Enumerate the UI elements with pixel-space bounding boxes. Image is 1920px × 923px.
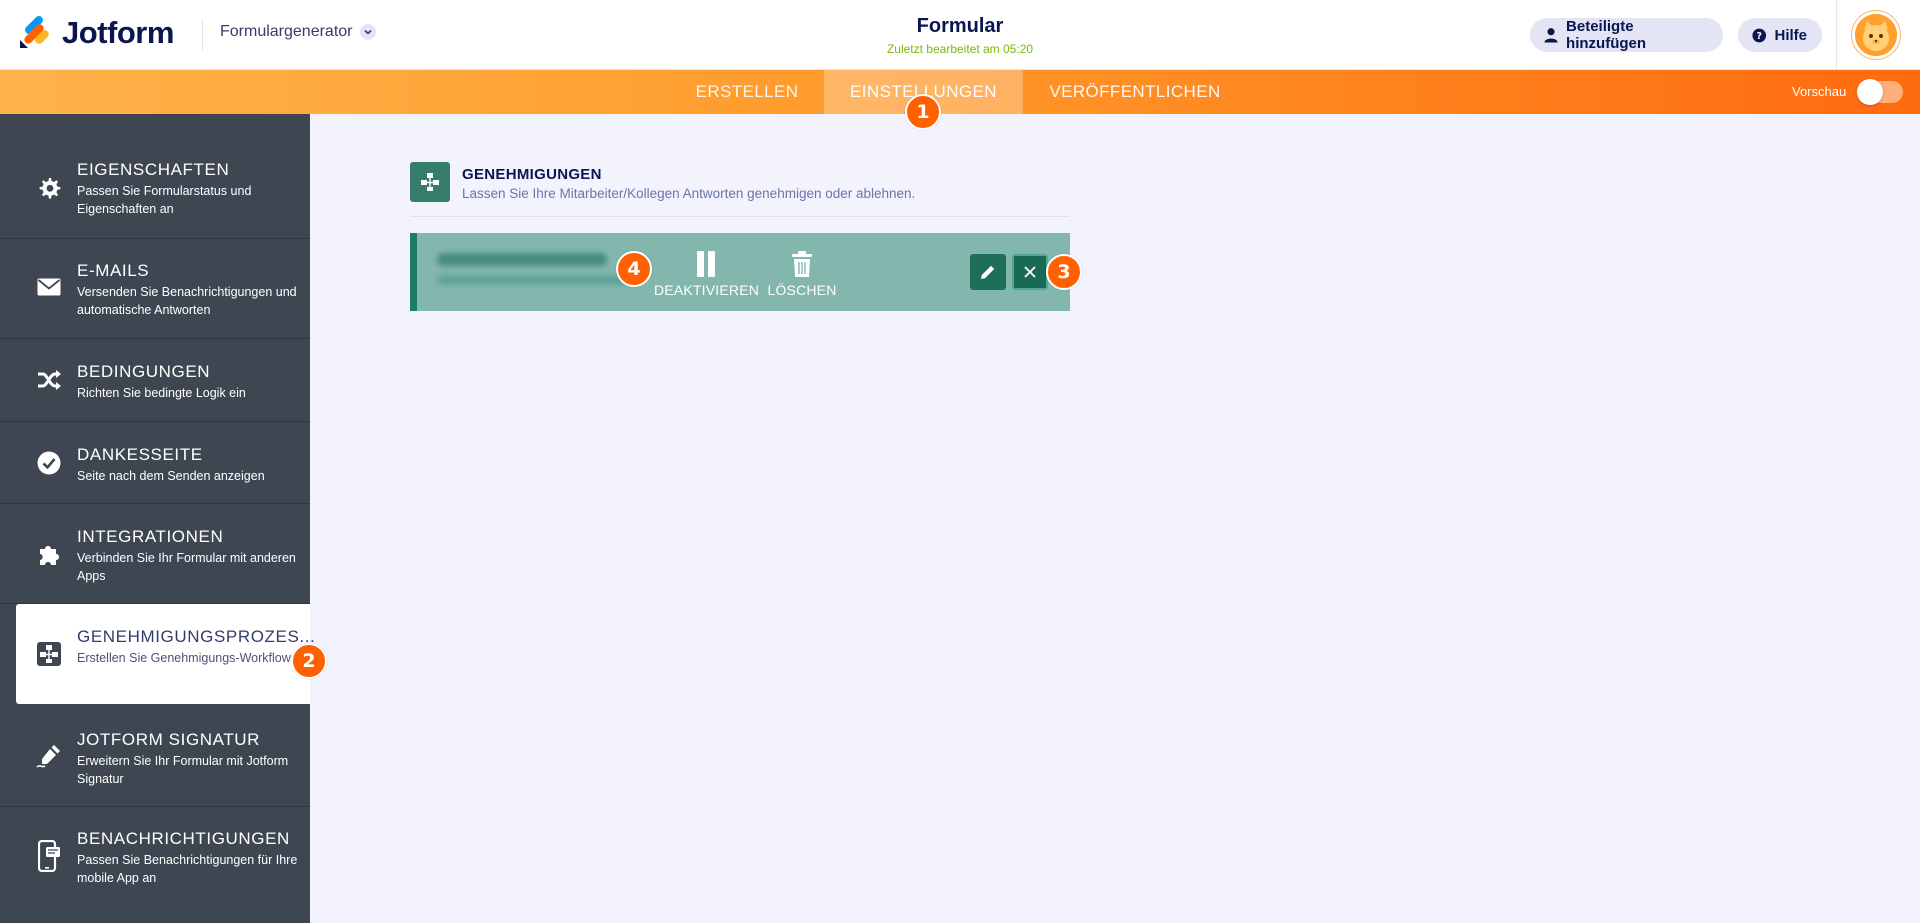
preview-label: Vorschau (1792, 84, 1847, 99)
sidebar-item-thankyou-page[interactable]: DANKESSEITE Seite nach dem Senden anzeig… (0, 422, 310, 504)
add-participants-button[interactable]: Beteiligte hinzufügen (1530, 18, 1723, 52)
step-badge-2: 2 (291, 643, 327, 679)
sidebar-item-desc: Verbinden Sie Ihr Formular mit anderen A… (77, 551, 296, 583)
sidebar-item-desc: Erweitern Sie Ihr Formular mit Jotform S… (77, 754, 289, 786)
approval-flow-card[interactable]: DEAKTIVIEREN LÖSCHEN (410, 233, 1070, 311)
tab-publish[interactable]: VERÖFFENTLICHEN (1036, 70, 1234, 114)
sidebar-item-approval-flows[interactable]: GENEHMIGUNGSPROZES... Erstellen Sie Gene… (16, 604, 315, 704)
step-badge-1: 1 (905, 94, 941, 130)
blurred-flow-name (437, 253, 607, 266)
jotform-logo-icon (18, 16, 52, 50)
builder-navbar: ERSTELLEN EINSTELLUNGEN VERÖFFENTLICHEN … (0, 70, 1920, 114)
help-label: Hilfe (1774, 26, 1807, 44)
help-icon: ? (1752, 28, 1767, 42)
svg-text:?: ? (1757, 30, 1762, 41)
mobile-icon (36, 840, 62, 872)
avatar[interactable] (1852, 11, 1900, 59)
preview-toggle[interactable] (1857, 79, 1903, 105)
blurred-flow-meta (437, 275, 627, 285)
sidebar-item-desc: Passen Sie Benachrichtigungen für Ihre m… (77, 853, 298, 885)
cat-avatar-icon (1855, 14, 1897, 56)
sidebar-item-title: INTEGRATIONEN (77, 527, 224, 546)
sidebar-item-conditions[interactable]: BEDINGUNGEN Richten Sie bedingte Logik e… (0, 339, 310, 422)
sidebar-item-title: EIGENSCHAFTEN (77, 160, 230, 179)
toggle-knob (1857, 79, 1883, 105)
trash-icon (765, 249, 839, 279)
builder-dropdown[interactable]: Formulargenerator (220, 23, 376, 41)
sidebar-item-integrations[interactable]: INTEGRATIONEN Verbinden Sie Ihr Formular… (0, 504, 310, 604)
form-title-area: Formular Zuletzt bearbeitet am 05:20 (760, 15, 1160, 56)
sidebar-item-title: DANKESSEITE (77, 445, 203, 464)
sidebar-item-jotform-sign[interactable]: JOTFORM SIGNATUR Erweitern Sie Ihr Formu… (0, 704, 310, 807)
form-title[interactable]: Formular (760, 15, 1160, 38)
shuffle-icon (36, 367, 62, 393)
puzzle-icon (36, 542, 62, 568)
last-edited-text: Zuletzt bearbeitet am 05:20 (886, 42, 1034, 56)
pencil-icon (981, 265, 995, 279)
check-circle-icon (36, 450, 62, 476)
sidebar-item-title: GENEHMIGUNGSPROZES... (77, 627, 316, 646)
brand-name: Jotform (62, 15, 174, 50)
sidebar-item-notifications[interactable]: BENACHRICHTIGUNGEN Passen Sie Benachrich… (0, 807, 310, 907)
sidebar-item-properties[interactable]: EIGENSCHAFTEN Passen Sie Formularstatus … (0, 115, 310, 239)
step-badge-3: 3 (1046, 254, 1082, 290)
delete-label: LÖSCHEN (767, 282, 837, 298)
sidebar-item-desc: Erstellen Sie Genehmigungs-Workflows (77, 651, 298, 665)
delete-button[interactable]: LÖSCHEN (765, 249, 839, 298)
header-divider (202, 20, 203, 50)
envelope-icon (36, 274, 62, 300)
add-participants-label: Beteiligte hinzufügen (1566, 18, 1647, 52)
edit-button[interactable] (970, 254, 1006, 290)
header-divider (1836, 0, 1837, 70)
section-description: Lassen Sie Ihre Mitarbeiter/Kollegen Ant… (462, 186, 916, 201)
sidebar-item-desc: Versenden Sie Benachrichtigungen und aut… (77, 285, 297, 317)
pause-icon (654, 249, 758, 279)
sidebar-item-title: BENACHRICHTIGUNGEN (77, 829, 290, 848)
deactivate-button[interactable]: DEAKTIVIEREN (654, 249, 760, 298)
tab-create[interactable]: ERSTELLEN (683, 70, 811, 114)
section-title: GENEHMIGUNGEN (462, 166, 602, 183)
sidebar-item-title: BEDINGUNGEN (77, 362, 211, 381)
signature-icon (36, 744, 62, 770)
jotform-logo[interactable]: Jotform (18, 15, 174, 51)
chevron-down-icon (359, 24, 376, 40)
sidebar-item-desc: Richten Sie bedingte Logik ein (77, 386, 246, 400)
approval-flow-icon (36, 641, 62, 667)
sidebar-item-title: JOTFORM SIGNATUR (77, 730, 261, 749)
builder-label: Formulargenerator (220, 23, 353, 40)
close-button[interactable] (1012, 254, 1048, 290)
approval-flow-icon (410, 162, 450, 202)
approvals-section-header: GENEHMIGUNGEN Lassen Sie Ihre Mitarbeite… (410, 162, 1070, 217)
step-badge-4: 4 (616, 251, 652, 287)
help-button[interactable]: ? Hilfe (1738, 18, 1822, 52)
sidebar-item-desc: Passen Sie Formularstatus und Eigenschaf… (77, 184, 252, 216)
user-icon (1544, 28, 1558, 43)
deactivate-label: DEAKTIVIEREN (654, 282, 760, 298)
sidebar-item-desc: Seite nach dem Senden anzeigen (77, 469, 265, 483)
gear-icon (36, 175, 62, 201)
close-icon (1024, 266, 1036, 278)
sidebar-item-emails[interactable]: E-MAILS Versenden Sie Benachrichtigungen… (0, 239, 310, 339)
top-header: Jotform Formulargenerator Formular Zulet… (0, 0, 1920, 70)
sidebar-item-title: E-MAILS (77, 261, 150, 280)
